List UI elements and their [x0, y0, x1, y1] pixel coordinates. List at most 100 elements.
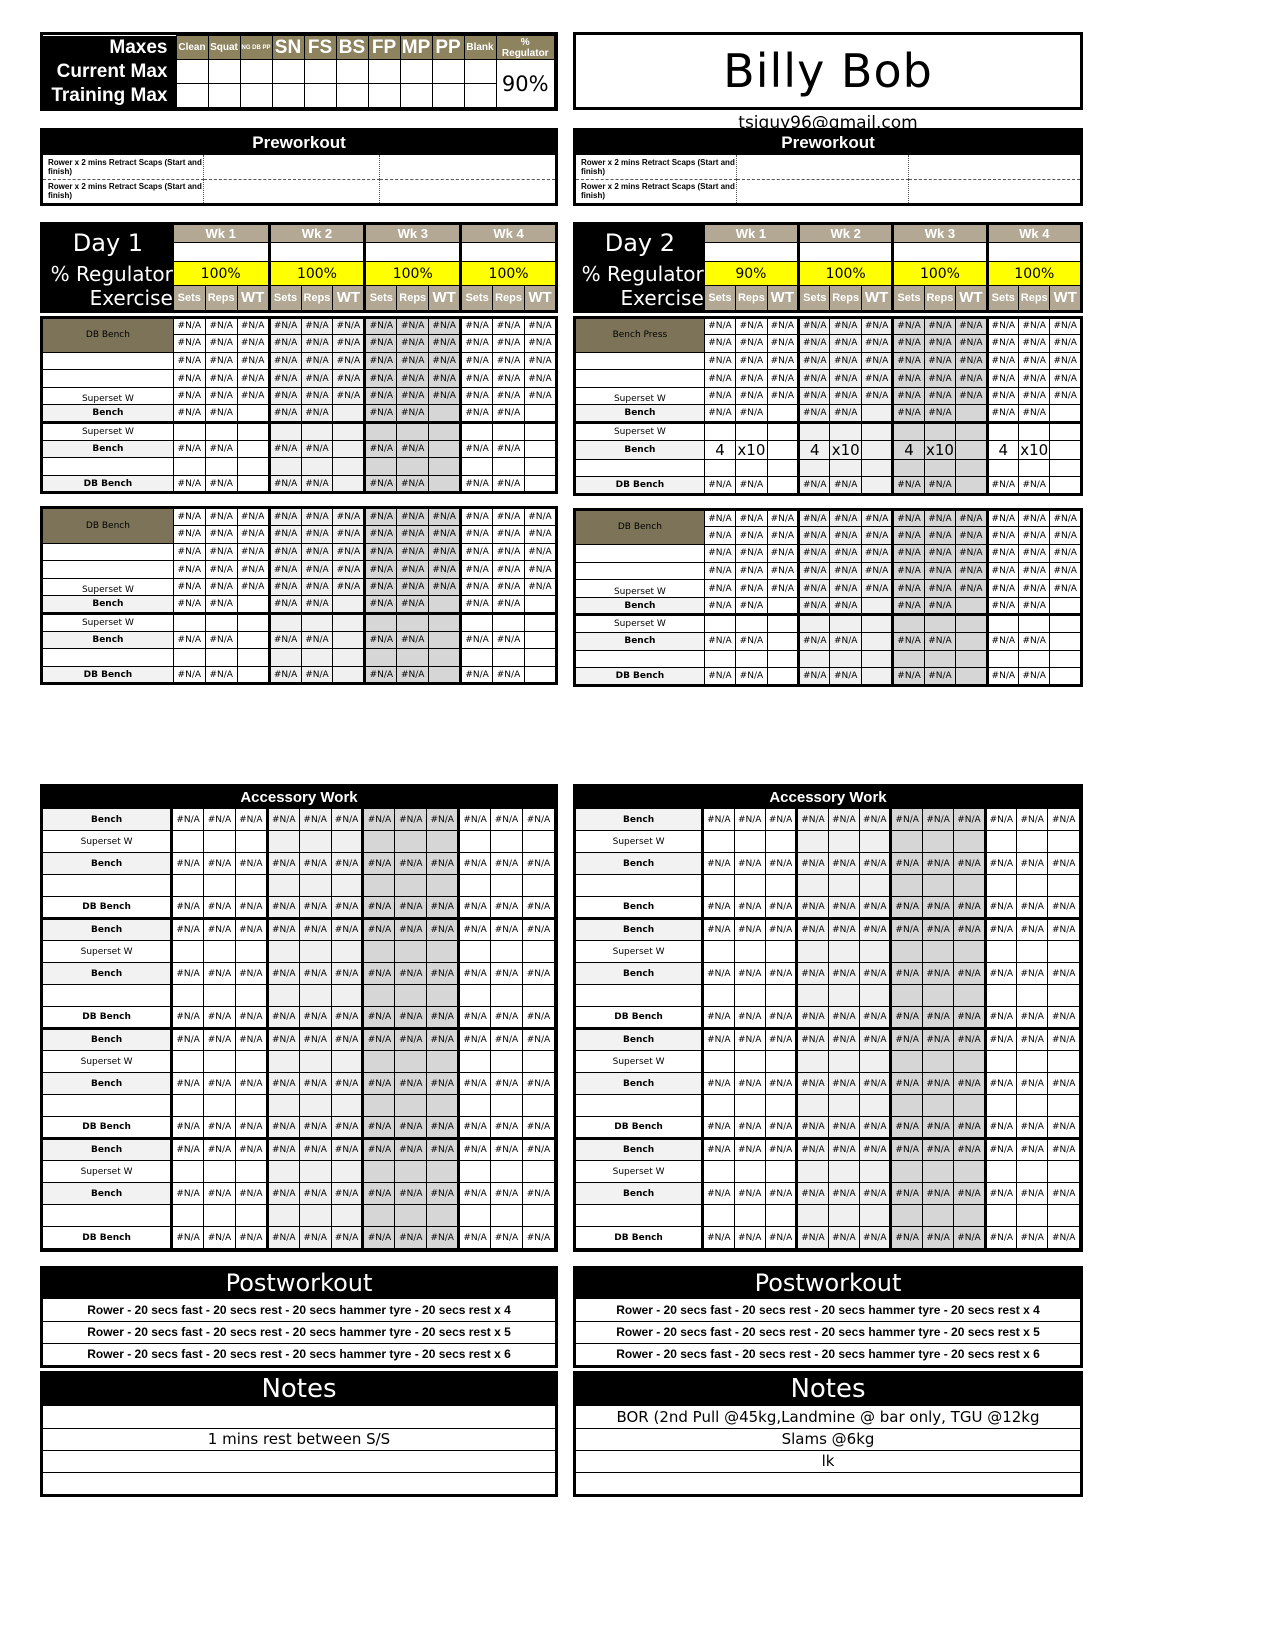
data-cell[interactable]: #N/A	[703, 508, 737, 528]
data-cell[interactable]: #N/A	[827, 1072, 861, 1095]
data-cell[interactable]: #N/A	[1017, 369, 1051, 388]
data-cell[interactable]: #N/A	[703, 386, 737, 406]
data-cell[interactable]: #N/A	[394, 808, 428, 831]
data-cell[interactable]	[859, 1160, 892, 1183]
data-cell[interactable]: #N/A	[702, 1137, 735, 1161]
data-cell[interactable]	[795, 1050, 829, 1073]
data-cell[interactable]: #N/A	[1049, 544, 1082, 563]
data-cell[interactable]: #N/A	[891, 632, 925, 651]
data-cell[interactable]	[332, 439, 366, 459]
data-cell[interactable]	[394, 984, 428, 1007]
data-cell[interactable]	[702, 1050, 735, 1073]
data-cell[interactable]: #N/A	[523, 507, 558, 527]
data-cell[interactable]: #N/A	[797, 508, 831, 528]
exercise-name[interactable]: DB Bench	[41, 665, 174, 685]
data-cell[interactable]: #N/A	[889, 962, 923, 985]
data-cell[interactable]: #N/A	[203, 962, 236, 985]
data-cell[interactable]: #N/A	[735, 334, 768, 353]
data-cell[interactable]	[428, 439, 462, 459]
data-cell[interactable]: #N/A	[523, 577, 558, 597]
data-cell[interactable]: #N/A	[735, 561, 768, 581]
data-cell[interactable]: #N/A	[267, 351, 302, 371]
data-cell[interactable]: #N/A	[267, 316, 302, 336]
data-cell[interactable]	[523, 630, 558, 650]
data-cell[interactable]: #N/A	[426, 1116, 460, 1139]
data-cell[interactable]	[396, 457, 430, 476]
data-cell[interactable]: #N/A	[204, 369, 238, 388]
data-cell[interactable]: #N/A	[426, 852, 460, 875]
data-cell[interactable]: #N/A	[490, 962, 523, 985]
data-cell[interactable]: #N/A	[1049, 351, 1082, 371]
data-cell[interactable]	[1047, 1094, 1080, 1117]
data-cell[interactable]: #N/A	[889, 896, 923, 919]
data-cell[interactable]: #N/A	[766, 561, 800, 581]
data-cell[interactable]: #N/A	[891, 526, 925, 546]
data-cell[interactable]: #N/A	[889, 1072, 923, 1095]
data-cell[interactable]: #N/A	[923, 476, 957, 495]
data-cell[interactable]: #N/A	[426, 1006, 460, 1029]
data-cell[interactable]	[795, 1204, 829, 1227]
data-cell[interactable]	[859, 1050, 892, 1073]
data-cell[interactable]: #N/A	[921, 1072, 955, 1095]
data-cell[interactable]: #N/A	[396, 386, 430, 406]
exercise-name[interactable]	[574, 649, 705, 669]
data-cell[interactable]: #N/A	[236, 542, 270, 562]
data-cell[interactable]	[523, 439, 558, 459]
data-cell[interactable]	[1016, 940, 1049, 963]
data-cell[interactable]: #N/A	[1016, 808, 1049, 831]
data-cell[interactable]: #N/A	[490, 917, 523, 941]
data-cell[interactable]	[332, 457, 366, 476]
data-cell[interactable]: #N/A	[428, 525, 462, 544]
data-cell[interactable]: #N/A	[1016, 1226, 1049, 1249]
data-cell[interactable]: #N/A	[361, 852, 396, 875]
exercise-name[interactable]: Bench	[43, 1182, 174, 1205]
data-cell[interactable]: #N/A	[923, 404, 957, 424]
data-cell[interactable]: #N/A	[492, 595, 525, 614]
data-cell[interactable]: #N/A	[702, 1027, 735, 1051]
data-cell[interactable]: #N/A	[332, 525, 366, 544]
data-cell[interactable]: #N/A	[891, 476, 925, 495]
data-cell[interactable]	[795, 874, 829, 897]
data-cell[interactable]: #N/A	[523, 351, 558, 371]
data-cell[interactable]: #N/A	[1017, 386, 1051, 406]
data-cell[interactable]	[702, 1204, 735, 1227]
data-cell[interactable]: #N/A	[735, 667, 768, 686]
data-cell[interactable]: #N/A	[985, 526, 1020, 546]
data-cell[interactable]: #N/A	[172, 316, 206, 336]
data-cell[interactable]: #N/A	[298, 1116, 332, 1139]
data-cell[interactable]: #N/A	[985, 316, 1020, 336]
data-cell[interactable]	[827, 984, 861, 1007]
data-cell[interactable]	[1017, 613, 1051, 633]
preworkout-input[interactable]	[908, 155, 1080, 180]
data-cell[interactable]: #N/A	[267, 334, 302, 353]
postworkout-row[interactable]: Rower - 20 secs fast - 20 secs rest - 20…	[576, 1299, 1080, 1321]
data-cell[interactable]	[234, 984, 268, 1007]
data-cell[interactable]: #N/A	[265, 1182, 300, 1205]
data-cell[interactable]	[203, 984, 236, 1007]
data-cell[interactable]: #N/A	[204, 542, 238, 562]
data-cell[interactable]	[428, 474, 462, 494]
data-cell[interactable]	[983, 1050, 1018, 1073]
data-cell[interactable]: #N/A	[428, 386, 462, 406]
sets-cell[interactable]: 4	[703, 439, 737, 460]
data-cell[interactable]	[1047, 1050, 1080, 1073]
data-cell[interactable]: #N/A	[203, 1116, 236, 1139]
data-cell[interactable]: #N/A	[921, 1226, 955, 1249]
data-cell[interactable]	[492, 457, 525, 476]
data-cell[interactable]: #N/A	[300, 386, 334, 406]
data-cell[interactable]: #N/A	[860, 508, 894, 528]
exercise-name[interactable]: Bench	[41, 439, 174, 459]
data-cell[interactable]: #N/A	[490, 896, 523, 919]
data-cell[interactable]: #N/A	[428, 542, 462, 562]
data-cell[interactable]	[983, 1160, 1018, 1183]
data-cell[interactable]: #N/A	[457, 1027, 492, 1051]
data-cell[interactable]	[921, 1050, 955, 1073]
data-cell[interactable]	[363, 421, 398, 441]
data-cell[interactable]	[523, 474, 558, 494]
data-cell[interactable]: #N/A	[797, 316, 831, 336]
data-cell[interactable]: #N/A	[764, 852, 798, 875]
data-cell[interactable]	[521, 1204, 556, 1227]
data-cell[interactable]	[361, 1204, 396, 1227]
data-cell[interactable]: #N/A	[204, 386, 238, 406]
data-cell[interactable]: #N/A	[426, 1182, 460, 1205]
